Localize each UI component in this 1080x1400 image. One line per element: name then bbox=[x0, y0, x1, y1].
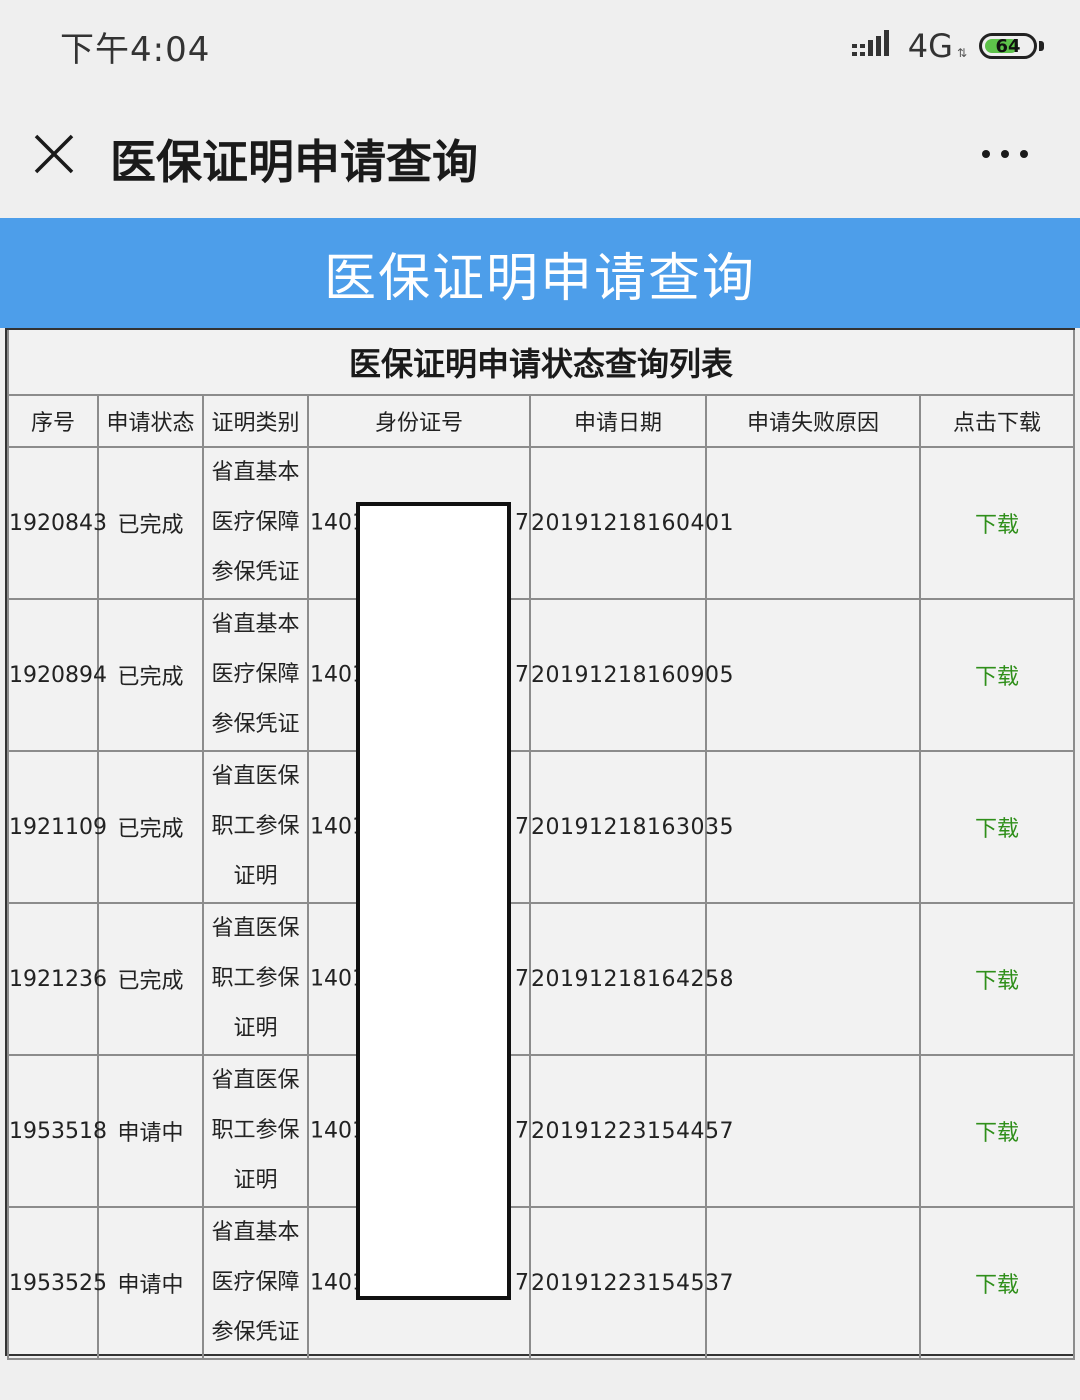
download-link[interactable]: 下载 bbox=[918, 902, 1076, 1056]
status-bar: 下午4:04 4G ⇅ 64 bbox=[0, 0, 1080, 92]
cell-category: 省直基本 医疗保障 参保凭证 bbox=[202, 446, 309, 600]
category-line: 证明 bbox=[233, 1168, 278, 1193]
more-dot bbox=[1001, 150, 1009, 158]
cell-category: 省直医保 职工参保 证明 bbox=[202, 750, 309, 904]
cell-category: 省直医保 职工参保 证明 bbox=[202, 1054, 309, 1208]
header-id-number: 身份证号 bbox=[307, 394, 531, 448]
cell-category: 省直基本 医疗保障 参保凭证 bbox=[202, 598, 309, 752]
more-options-icon[interactable] bbox=[982, 150, 1028, 158]
data-arrows-icon: ⇅ bbox=[956, 46, 967, 60]
category-line: 职工参保 bbox=[211, 814, 300, 839]
cell-seq: 1920894 bbox=[7, 598, 107, 752]
download-link[interactable]: 下载 bbox=[918, 1206, 1076, 1360]
cell-date: 20191223154537 bbox=[529, 1206, 733, 1360]
id-suffix: 7 bbox=[515, 814, 529, 840]
header-download: 点击下载 bbox=[918, 394, 1076, 448]
header-seq: 序号 bbox=[7, 394, 99, 448]
more-dot bbox=[1020, 150, 1028, 158]
table-row: 1921109 已完成 省直医保 职工参保 证明 1401 7 20191218… bbox=[7, 750, 1076, 904]
category-line: 参保凭证 bbox=[211, 560, 300, 585]
cell-status: 申请中 bbox=[97, 1054, 204, 1208]
cell-failure-reason bbox=[705, 1206, 921, 1360]
table-header-row: 序号 申请状态 证明类别 身份证号 申请日期 申请失败原因 点击下载 bbox=[7, 394, 1076, 448]
category-line: 医疗保障 bbox=[211, 1270, 300, 1295]
category-line: 参保凭证 bbox=[211, 712, 300, 737]
table-row: 1920843 已完成 省直基本 医疗保障 参保凭证 1401 7 201912… bbox=[7, 446, 1076, 600]
cell-date: 20191218164258 bbox=[529, 902, 733, 1056]
cell-date: 20191218163035 bbox=[529, 750, 733, 904]
table-row: 1953525 申请中 省直基本 医疗保障 参保凭证 1401 7 201912… bbox=[7, 1206, 1076, 1360]
cell-status: 申请中 bbox=[97, 1206, 204, 1360]
cell-date: 20191218160401 bbox=[529, 446, 733, 600]
id-suffix: 7 bbox=[515, 1270, 529, 1296]
category-line: 参保凭证 bbox=[211, 1320, 300, 1345]
nav-bar: 医保证明申请查询 bbox=[0, 92, 1080, 218]
id-suffix: 7 bbox=[515, 510, 529, 536]
download-link[interactable]: 下载 bbox=[918, 446, 1076, 600]
cell-date: 20191223154457 bbox=[529, 1054, 733, 1208]
header-date: 申请日期 bbox=[529, 394, 707, 448]
category-line: 省直医保 bbox=[211, 916, 300, 941]
download-link[interactable]: 下载 bbox=[918, 750, 1076, 904]
category-line: 省直医保 bbox=[211, 1068, 300, 1093]
table-row: 1920894 已完成 省直基本 医疗保障 参保凭证 1401 7 201912… bbox=[7, 598, 1076, 752]
category-line: 省直基本 bbox=[211, 1220, 300, 1245]
id-suffix: 7 bbox=[515, 966, 529, 992]
header-status: 申请状态 bbox=[97, 394, 204, 448]
category-line: 医疗保障 bbox=[211, 662, 300, 687]
category-line: 证明 bbox=[233, 864, 278, 889]
header-failure-reason: 申请失败原因 bbox=[705, 394, 921, 448]
cell-status: 已完成 bbox=[97, 750, 204, 904]
cell-failure-reason bbox=[705, 750, 921, 904]
cell-seq: 1921109 bbox=[7, 750, 107, 904]
cell-seq: 1921236 bbox=[7, 902, 107, 1056]
cell-failure-reason bbox=[705, 1054, 921, 1208]
category-line: 职工参保 bbox=[211, 966, 300, 991]
id-suffix: 7 bbox=[515, 1118, 529, 1144]
table-row: 1953518 申请中 省直医保 职工参保 证明 1401 7 20191223… bbox=[7, 1054, 1076, 1208]
cell-category: 省直基本 医疗保障 参保凭证 bbox=[202, 1206, 309, 1360]
download-link[interactable]: 下载 bbox=[918, 598, 1076, 752]
cell-failure-reason bbox=[705, 902, 921, 1056]
cell-date: 20191218160905 bbox=[529, 598, 733, 752]
category-line: 省直医保 bbox=[211, 764, 300, 789]
category-line: 证明 bbox=[233, 1016, 278, 1041]
cell-failure-reason bbox=[705, 598, 921, 752]
page-banner: 医保证明申请查询 bbox=[0, 218, 1080, 328]
application-status-table: 医保证明申请状态查询列表 序号 申请状态 证明类别 身份证号 申请日期 申请失败… bbox=[5, 328, 1076, 1360]
close-icon[interactable] bbox=[34, 134, 74, 174]
signal-icon bbox=[851, 30, 889, 56]
cell-failure-reason bbox=[705, 446, 921, 600]
more-dot bbox=[982, 150, 990, 158]
status-indicators: 4G ⇅ 64 bbox=[851, 24, 1044, 68]
category-line: 省直基本 bbox=[211, 460, 300, 485]
cell-status: 已完成 bbox=[97, 902, 204, 1056]
status-time: 下午4:04 bbox=[60, 30, 211, 70]
category-line: 省直基本 bbox=[211, 612, 300, 637]
page-title: 医保证明申请查询 bbox=[110, 135, 478, 189]
cell-seq: 1953518 bbox=[7, 1054, 107, 1208]
battery-icon: 64 bbox=[979, 33, 1037, 59]
table-row: 1921236 已完成 省直医保 职工参保 证明 1401 7 20191218… bbox=[7, 902, 1076, 1056]
cell-status: 已完成 bbox=[97, 598, 204, 752]
battery-cap bbox=[1039, 41, 1044, 51]
table-caption: 医保证明申请状态查询列表 bbox=[6, 330, 1076, 396]
redaction-box bbox=[356, 502, 511, 1300]
cell-seq: 1953525 bbox=[7, 1206, 107, 1360]
cell-seq: 1920843 bbox=[7, 446, 107, 600]
category-line: 医疗保障 bbox=[211, 510, 300, 535]
network-type: 4G bbox=[907, 27, 953, 65]
category-line: 职工参保 bbox=[211, 1118, 300, 1143]
download-link[interactable]: 下载 bbox=[918, 1054, 1076, 1208]
battery-level: 64 bbox=[995, 35, 1021, 57]
id-suffix: 7 bbox=[515, 662, 529, 688]
cell-status: 已完成 bbox=[97, 446, 204, 600]
header-category: 证明类别 bbox=[202, 394, 309, 448]
cell-category: 省直医保 职工参保 证明 bbox=[202, 902, 309, 1056]
